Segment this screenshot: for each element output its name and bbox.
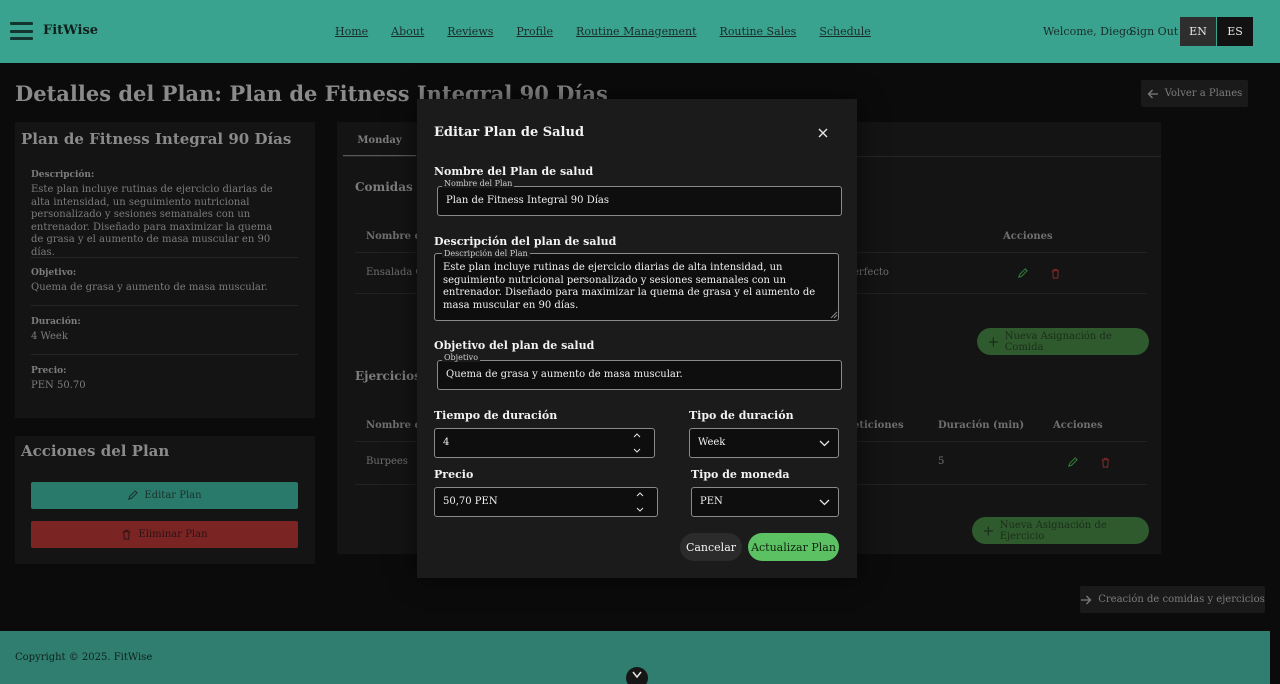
main-nav: Home About Reviews Profile Routine Manag… (335, 25, 871, 38)
duration-title: Tiempo de duración (434, 409, 558, 422)
duration-number-input[interactable] (434, 428, 655, 458)
duration-label: Duración: (31, 317, 81, 327)
welcome-text: Welcome, Diego (1043, 25, 1133, 38)
nav-routine-management[interactable]: Routine Management (576, 25, 696, 38)
meal-row-name: Ensalada Q (366, 267, 424, 278)
description-label: Descripción: (31, 170, 95, 180)
nav-schedule[interactable]: Schedule (819, 25, 870, 38)
creation-label: Creación de comidas y ejercicios (1098, 594, 1265, 605)
plan-name-value: Plan de Fitness Integral 90 Días (446, 195, 610, 206)
duration-value: 4 (443, 437, 450, 448)
add-exercise-label: Nueva Asignación de Ejercicio (999, 519, 1107, 542)
exercises-header-reps: eticiones (853, 420, 904, 431)
cancel-button[interactable]: Cancelar (680, 533, 742, 561)
sign-out-link[interactable]: Sign Out (1129, 25, 1178, 38)
price-spinner[interactable] (635, 492, 645, 512)
duration-value: 4 Week (31, 331, 68, 342)
objective-value: Quema de grasa y aumento de masa muscula… (31, 282, 268, 293)
copyright-text: Copyright © 2025. FitWise (15, 652, 153, 663)
exercises-header-actions: Acciones (1053, 420, 1103, 431)
edit-meal-icon[interactable] (1015, 266, 1029, 280)
edit-plan-button[interactable]: Editar Plan (31, 482, 298, 509)
description-value: Este plan incluye rutinas de ejercicio d… (31, 184, 273, 258)
add-meal-button[interactable]: Nueva Asignación de Comida (977, 328, 1149, 355)
top-header: FitWise Home About Reviews Profile Routi… (0, 0, 1280, 63)
exercise-row-name: Burpees (366, 456, 408, 467)
currency-value: PEN (700, 496, 723, 507)
nav-reviews[interactable]: Reviews (447, 25, 493, 38)
brand-logo-text[interactable]: FitWise (43, 23, 98, 38)
duration-spinner[interactable] (632, 433, 642, 453)
price-title: Precio (434, 468, 474, 481)
edit-plan-label: Editar Plan (144, 490, 202, 501)
meals-section-title: Comidas d (355, 180, 426, 194)
chevron-down-icon (632, 671, 642, 679)
meal-row-note: erfecto (853, 267, 889, 278)
update-plan-button[interactable]: Actualizar Plan (748, 533, 839, 561)
plan-description-title: Descripción del plan de salud (434, 235, 617, 248)
pencil-icon (128, 490, 139, 500)
duration-type-title: Tipo de duración (689, 409, 794, 422)
chevron-up-icon[interactable] (636, 492, 644, 497)
nav-home[interactable]: Home (335, 25, 368, 38)
nav-about[interactable]: About (391, 25, 424, 38)
lang-en-button[interactable]: EN (1180, 17, 1216, 46)
nav-routine-sales[interactable]: Routine Sales (720, 25, 797, 38)
delete-meal-icon[interactable] (1048, 266, 1062, 280)
plan-name: Plan de Fitness Integral 90 Días (21, 130, 292, 148)
plan-description-legend: Descripción del Plan (442, 249, 530, 258)
add-meal-label: Nueva Asignación de Comida (1004, 330, 1112, 353)
chevron-up-icon[interactable] (633, 433, 641, 438)
divider (31, 354, 298, 355)
plus-icon (983, 526, 993, 535)
close-icon[interactable] (815, 125, 831, 141)
plan-objective-title: Objetivo del plan de salud (434, 339, 595, 352)
plus-icon (988, 337, 998, 346)
exercises-header-duration: Duración (min) (938, 420, 1025, 431)
modal-title: Editar Plan de Salud (434, 125, 585, 140)
plan-objective-legend: Objetivo (442, 353, 481, 362)
arrow-left-icon (1147, 89, 1158, 98)
plan-objective-value: Quema de grasa y aumento de masa muscula… (446, 369, 683, 380)
lang-es-button[interactable]: ES (1217, 17, 1253, 46)
meals-header-actions: Acciones (1003, 231, 1053, 242)
arrow-right-icon (1081, 595, 1092, 604)
plan-name-title: Nombre del Plan de salud (434, 165, 594, 178)
back-to-plans-button[interactable]: Volver a Planes (1141, 80, 1248, 107)
edit-exercise-icon[interactable] (1065, 455, 1079, 469)
objective-label: Objetivo: (31, 268, 77, 278)
trash-icon (123, 529, 131, 540)
chevron-down-icon[interactable] (633, 448, 641, 453)
duration-type-value: Week (698, 437, 726, 448)
resize-grip-icon[interactable] (830, 311, 838, 319)
chevron-down-icon (818, 437, 830, 449)
menu-icon[interactable] (10, 22, 33, 40)
price-value: PEN 50.70 (31, 380, 86, 391)
delete-exercise-icon[interactable] (1098, 455, 1112, 469)
divider (31, 257, 298, 258)
plan-name-legend: Nombre del Plan (442, 179, 515, 188)
divider (31, 305, 298, 306)
currency-title: Tipo de moneda (691, 468, 790, 481)
plan-actions-title: Acciones del Plan (21, 442, 170, 460)
add-exercise-button[interactable]: Nueva Asignación de Ejercicio (972, 517, 1149, 544)
chevron-down-icon (818, 496, 830, 508)
plan-description-value: Este plan incluye rutinas de ejercicio d… (443, 262, 816, 311)
exercise-row-duration: 5 (938, 456, 945, 467)
back-label: Volver a Planes (1164, 88, 1243, 99)
delete-plan-button[interactable]: Eliminar Plan (31, 521, 298, 548)
delete-plan-label: Eliminar Plan (138, 529, 208, 540)
tab-monday[interactable]: Monday (343, 125, 416, 157)
creation-button[interactable]: Creación de comidas y ejercicios (1080, 586, 1265, 613)
price-value: 50,70 PEN (443, 496, 498, 507)
price-label: Precio: (31, 366, 67, 376)
chevron-down-icon[interactable] (636, 507, 644, 512)
scroll-down-button[interactable] (626, 667, 648, 684)
nav-profile[interactable]: Profile (516, 25, 553, 38)
